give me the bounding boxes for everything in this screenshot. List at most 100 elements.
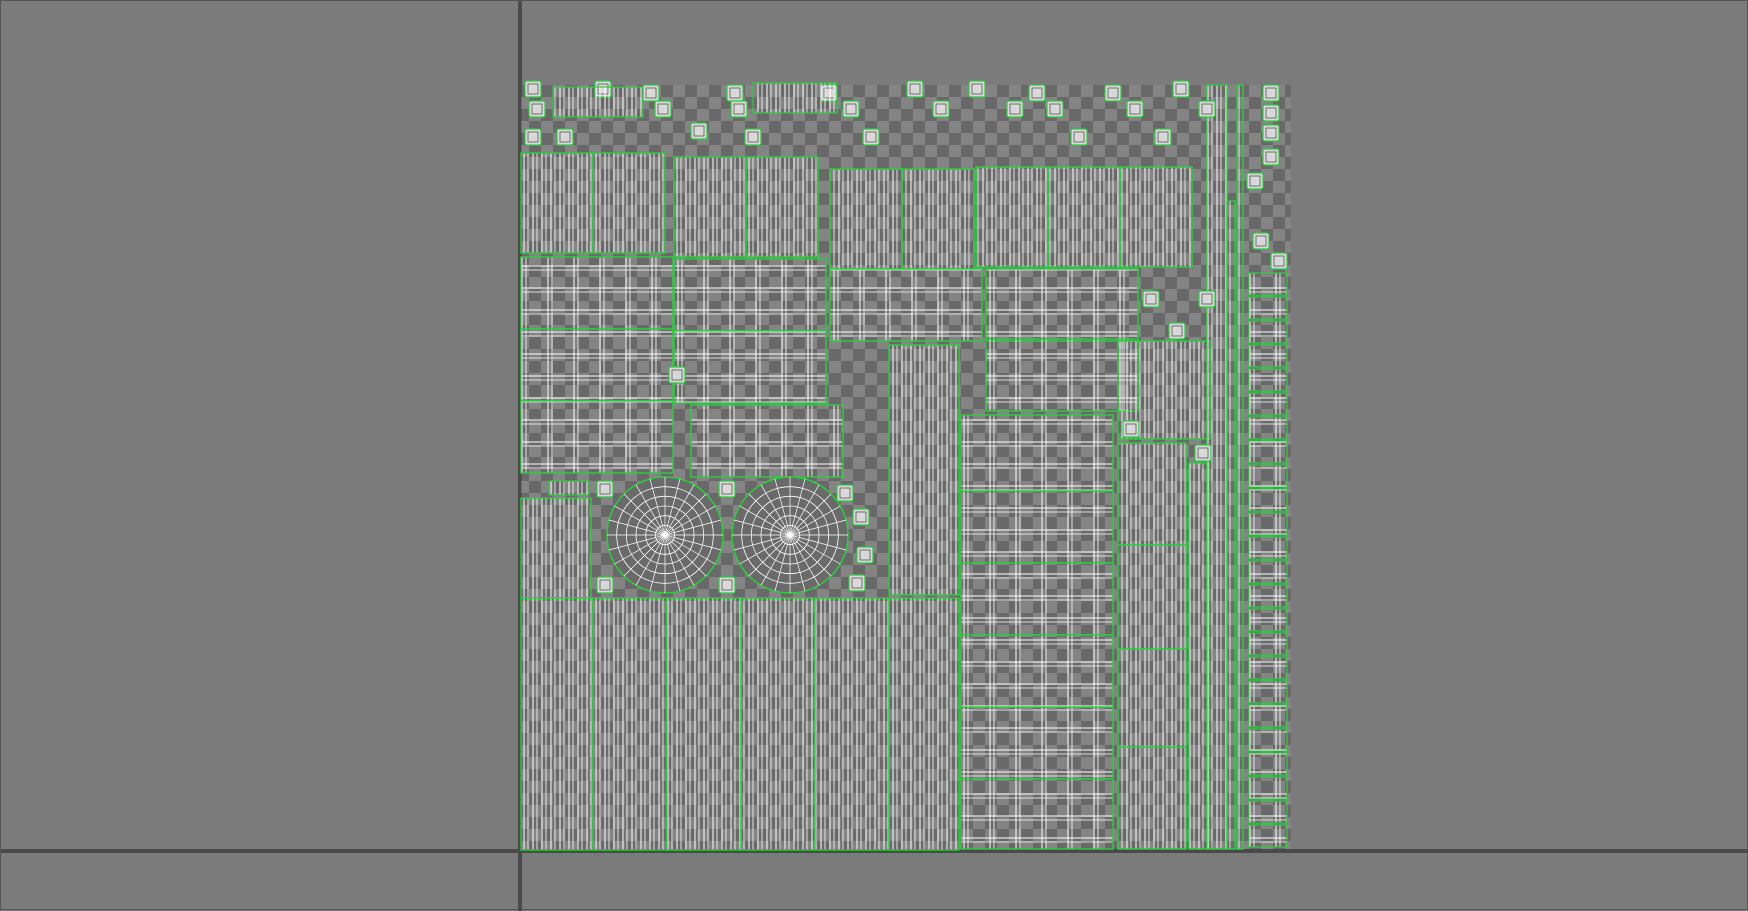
uv-small-island xyxy=(1168,322,1186,340)
uv-islands xyxy=(520,84,1288,851)
uv-island xyxy=(520,256,674,330)
uv-island xyxy=(960,706,1114,780)
uv-small-island xyxy=(1262,148,1280,166)
uv-small-island xyxy=(1122,420,1140,438)
uv-small-island xyxy=(836,484,854,502)
uv-small-island xyxy=(596,480,614,498)
uv-island xyxy=(745,156,819,258)
uv-small-island xyxy=(556,128,574,146)
uv-small-island xyxy=(1126,100,1144,118)
uv-small-island xyxy=(1142,290,1160,308)
uv-island xyxy=(1248,704,1288,728)
uv-editor-viewport[interactable] xyxy=(0,0,1748,911)
uv-small-island xyxy=(718,480,736,498)
uv-small-island xyxy=(596,576,614,594)
uv-island xyxy=(901,168,975,270)
uv-island xyxy=(829,168,903,270)
uv-island xyxy=(1188,462,1210,850)
uv-island xyxy=(520,597,594,851)
uv-island xyxy=(1248,440,1288,464)
uv-island xyxy=(1248,344,1288,368)
uv-small-island xyxy=(856,546,874,564)
uv-small-island xyxy=(524,80,542,98)
uv-small-island xyxy=(932,100,950,118)
uv-small-island xyxy=(654,100,672,118)
uv-island xyxy=(1248,632,1288,656)
uv-island xyxy=(1248,512,1288,536)
uv-island xyxy=(960,778,1114,850)
uv-island xyxy=(1248,392,1288,416)
uv-island xyxy=(673,258,827,332)
uv-island xyxy=(1248,464,1288,488)
uv-island xyxy=(1248,584,1288,608)
uv-island xyxy=(1248,656,1288,680)
uv-island xyxy=(888,344,960,596)
uv-island xyxy=(520,152,594,254)
uv-small-island xyxy=(1198,100,1216,118)
uv-island xyxy=(814,597,890,851)
uv-island xyxy=(975,166,1049,268)
uv-small-island xyxy=(730,100,748,118)
uv-island xyxy=(673,156,747,258)
uv-island xyxy=(1248,368,1288,392)
uv-island xyxy=(960,562,1114,636)
uv-island xyxy=(1248,680,1288,704)
uv-small-island xyxy=(718,576,736,594)
uv-island xyxy=(1248,608,1288,632)
uv-island xyxy=(592,152,666,254)
uv-island xyxy=(1117,442,1187,546)
uv-small-island xyxy=(1104,84,1122,102)
uv-small-island xyxy=(862,128,880,146)
uv-small-island xyxy=(1028,84,1046,102)
uv-island xyxy=(985,268,1139,342)
uv-small-island xyxy=(1262,104,1280,122)
uv-small-island xyxy=(1046,100,1064,118)
uv-island xyxy=(592,597,668,851)
uv-island xyxy=(1226,200,1236,850)
uv-island xyxy=(1248,272,1288,296)
uv-island xyxy=(829,268,983,342)
uv-island xyxy=(1248,416,1288,440)
uv-small-island xyxy=(642,84,660,102)
uv-small-island xyxy=(1252,232,1270,250)
uv-small-island xyxy=(1246,172,1264,190)
uv-island xyxy=(1248,824,1288,848)
uv-small-island xyxy=(668,366,686,384)
uv-island xyxy=(1248,320,1288,344)
uv-island xyxy=(740,597,816,851)
uv-island xyxy=(960,414,1114,492)
uv-small-island xyxy=(1006,100,1024,118)
uv-fan-island xyxy=(606,476,724,594)
uv-island xyxy=(1236,84,1244,850)
uv-island xyxy=(985,338,1139,412)
uv-small-island xyxy=(744,128,762,146)
uv-small-island xyxy=(1070,128,1088,146)
uv-island xyxy=(1206,84,1228,850)
uv-island xyxy=(752,82,838,114)
uv-island xyxy=(1248,752,1288,776)
uv-island xyxy=(1248,488,1288,512)
uv-island xyxy=(1117,544,1187,650)
uv-small-island xyxy=(524,128,542,146)
uv-small-island xyxy=(1198,290,1216,308)
uv-fan-island xyxy=(731,476,849,594)
uv-island xyxy=(1248,536,1288,560)
uv-small-island xyxy=(528,100,546,118)
uv-small-island xyxy=(1262,84,1280,102)
uv-layout[interactable] xyxy=(1,1,1748,911)
uv-small-island xyxy=(906,80,924,98)
uv-island xyxy=(888,597,960,851)
uv-island xyxy=(1248,560,1288,584)
uv-small-island xyxy=(726,84,744,102)
uv-small-island xyxy=(1154,128,1172,146)
uv-island xyxy=(1248,776,1288,800)
uv-island xyxy=(1248,728,1288,752)
uv-island xyxy=(1047,166,1121,268)
uv-island xyxy=(1119,166,1193,268)
uv-small-island xyxy=(690,122,708,140)
uv-island xyxy=(552,86,644,118)
uv-island xyxy=(673,330,827,404)
uv-island xyxy=(1117,746,1187,850)
uv-island xyxy=(548,480,590,496)
uv-small-island xyxy=(848,574,866,592)
